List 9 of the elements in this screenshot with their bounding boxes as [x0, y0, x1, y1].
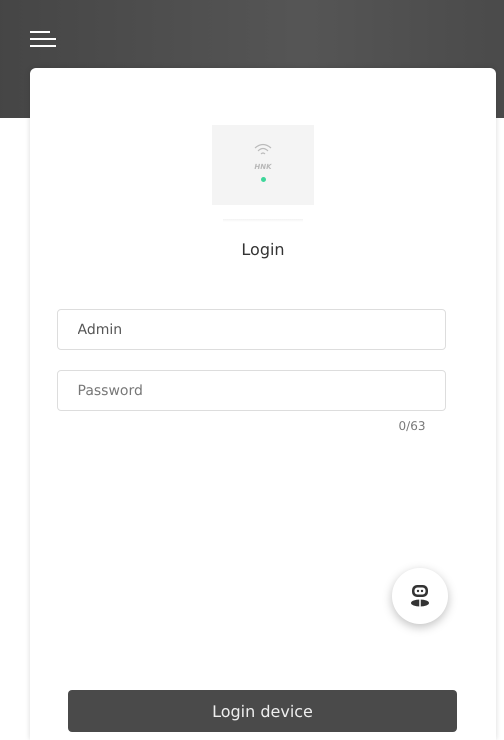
character-counter: 0/63 [398, 419, 426, 433]
password-field[interactable]: Password [56, 370, 446, 411]
login-button[interactable]: Login device [68, 690, 457, 732]
wifi-icon [254, 143, 272, 157]
assistant-button[interactable] [392, 568, 448, 624]
robot-icon [408, 584, 432, 608]
menu-icon[interactable] [30, 30, 56, 48]
username-field[interactable]: Admin [56, 309, 446, 350]
login-title: Login [241, 240, 285, 259]
